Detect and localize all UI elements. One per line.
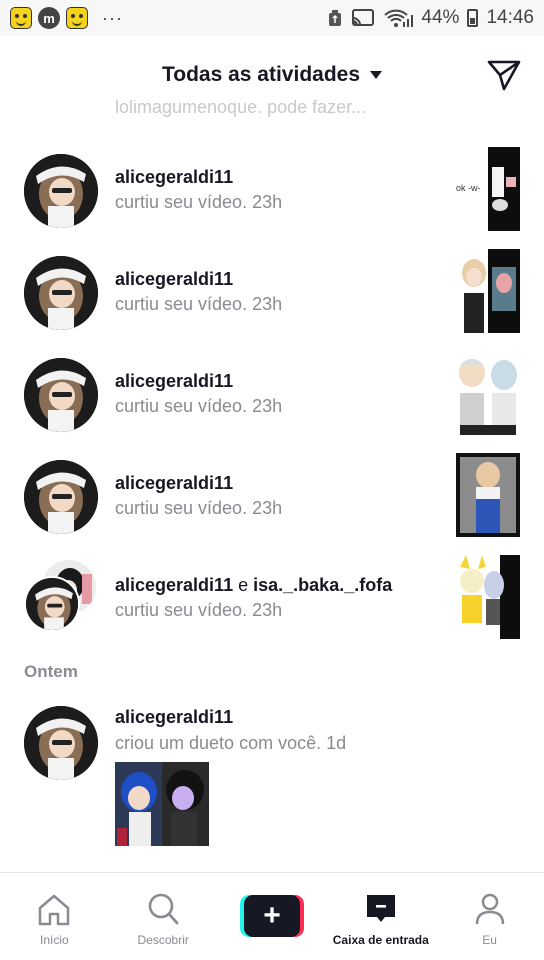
avatar[interactable] (24, 576, 80, 632)
notification-action: curtiu seu vídeo. 23h (115, 498, 282, 519)
avatar[interactable] (24, 460, 98, 534)
notification-row[interactable]: alicegeraldi11 curtiu seu vídeo. 23h ok … (0, 144, 544, 240)
action-text: curtiu seu vídeo. (115, 396, 248, 416)
video-thumbnail[interactable] (456, 453, 520, 537)
video-thumbnail[interactable]: ok -w- (456, 147, 520, 231)
nav-discover-label: Descobrir (137, 933, 189, 947)
notification-row[interactable]: alicegeraldi11 e isa._.baka._.fofa curti… (0, 552, 544, 648)
notification-action: curtiu seu vídeo. 23h (115, 192, 282, 213)
home-icon (39, 894, 70, 926)
status-bar: m ··· 44% 14:46 (0, 0, 544, 36)
notification-username[interactable]: alicegeraldi11 (115, 167, 233, 188)
avatar[interactable] (24, 358, 98, 432)
notification-action: curtiu seu vídeo. 23h (115, 600, 282, 621)
action-text: curtiu seu vídeo. (115, 294, 248, 314)
notification-username[interactable]: alicegeraldi11 (115, 371, 233, 392)
notification-row[interactable]: alicegeraldi11 curtiu seu vídeo. 23h (0, 246, 544, 342)
time-ago: 23h (252, 294, 283, 314)
username-link[interactable]: alicegeraldi11 (115, 371, 233, 391)
notification-username[interactable]: alicegeraldi11 (115, 269, 233, 290)
notification-username[interactable]: alicegeraldi11 (115, 473, 233, 494)
time-ago: 23h (252, 600, 283, 620)
avatar[interactable] (24, 256, 98, 330)
profile-icon (475, 893, 504, 925)
video-thumbnail[interactable] (456, 351, 520, 435)
avatar[interactable] (24, 706, 98, 780)
thumbnail-caption: ok -w- (456, 183, 481, 193)
username-link[interactable]: alicegeraldi11 (115, 167, 233, 187)
nav-me[interactable]: Eu (435, 873, 544, 960)
search-icon (148, 893, 179, 925)
nav-inbox-label: Caixa de entrada (332, 933, 429, 947)
video-thumbnail[interactable] (456, 555, 520, 639)
smiley-app-icon (10, 7, 32, 29)
header-title: Todas as atividades (161, 63, 361, 86)
username-link[interactable]: alicegeraldi11 (115, 473, 233, 493)
notification-row[interactable]: alicegeraldi11 curtiu seu vídeo. 23h (0, 450, 544, 546)
username-link-2[interactable]: isa._.baka._.fofa (253, 575, 392, 595)
notification-action: curtiu seu vídeo. 23h (115, 396, 282, 417)
more-notifications-icon: ··· (102, 7, 123, 28)
bottom-navigation: Início Descobrir + Caixa de entrada Eu (0, 872, 544, 960)
action-text: criou um dueto com você. (115, 733, 322, 753)
action-text: curtiu seu vídeo. (115, 600, 248, 620)
caret-down-icon (370, 71, 383, 79)
status-notifications: m ··· (10, 7, 123, 29)
send-icon[interactable] (486, 58, 522, 92)
time-ago: 1d (326, 733, 347, 753)
username-link[interactable]: alicegeraldi11 (115, 707, 233, 727)
notification-usernames: alicegeraldi11 e isa._.baka._.fofa (115, 575, 392, 596)
action-text: curtiu seu vídeo. (115, 498, 248, 518)
username-link[interactable]: alicegeraldi11 (115, 269, 233, 289)
status-indicators: 44% 14:46 (327, 7, 534, 29)
create-video-button[interactable]: + (239, 895, 304, 937)
nav-inbox[interactable]: Caixa de entrada (326, 873, 435, 960)
video-thumbnail[interactable] (456, 249, 520, 333)
activity-filter-dropdown[interactable]: Todas as atividades (161, 63, 383, 87)
battery-icon (467, 9, 479, 27)
nav-me-label: Eu (482, 933, 497, 947)
smiley-app-icon-2 (66, 7, 88, 29)
notification-action: criou um dueto com você. 1d (115, 733, 346, 754)
avatar[interactable] (24, 154, 98, 228)
wifi-icon (384, 9, 414, 27)
battery-percent: 44% (421, 7, 460, 28)
nav-home-label: Início (40, 933, 69, 947)
time-ago: 23h (252, 192, 283, 212)
inbox-icon (366, 895, 395, 922)
cast-icon (352, 9, 375, 26)
nav-discover[interactable]: Descobrir (109, 873, 218, 960)
plus-icon: + (243, 895, 300, 937)
recycle-icon (329, 10, 342, 26)
duet-thumbnail[interactable] (115, 762, 209, 846)
action-text: curtiu seu vídeo. (115, 192, 248, 212)
nav-create[interactable]: + (218, 873, 327, 960)
joiner-text: e (238, 575, 249, 595)
clock: 14:46 (486, 7, 534, 28)
m-app-icon: m (38, 7, 60, 29)
section-label-yesterday: Ontem (24, 662, 78, 681)
time-ago: 23h (252, 396, 283, 416)
cut-off-comment-text: lolimagumenoque. pode fazer... (115, 100, 367, 117)
time-ago: 23h (252, 498, 283, 518)
nav-home[interactable]: Início (0, 873, 109, 960)
notification-username[interactable]: alicegeraldi11 (115, 707, 233, 728)
notification-action: curtiu seu vídeo. 23h (115, 294, 282, 315)
username-link[interactable]: alicegeraldi11 (115, 575, 233, 595)
notification-row[interactable]: alicegeraldi11 curtiu seu vídeo. 23h (0, 348, 544, 444)
notification-row-duet[interactable]: alicegeraldi11 criou um dueto com você. … (0, 696, 544, 852)
